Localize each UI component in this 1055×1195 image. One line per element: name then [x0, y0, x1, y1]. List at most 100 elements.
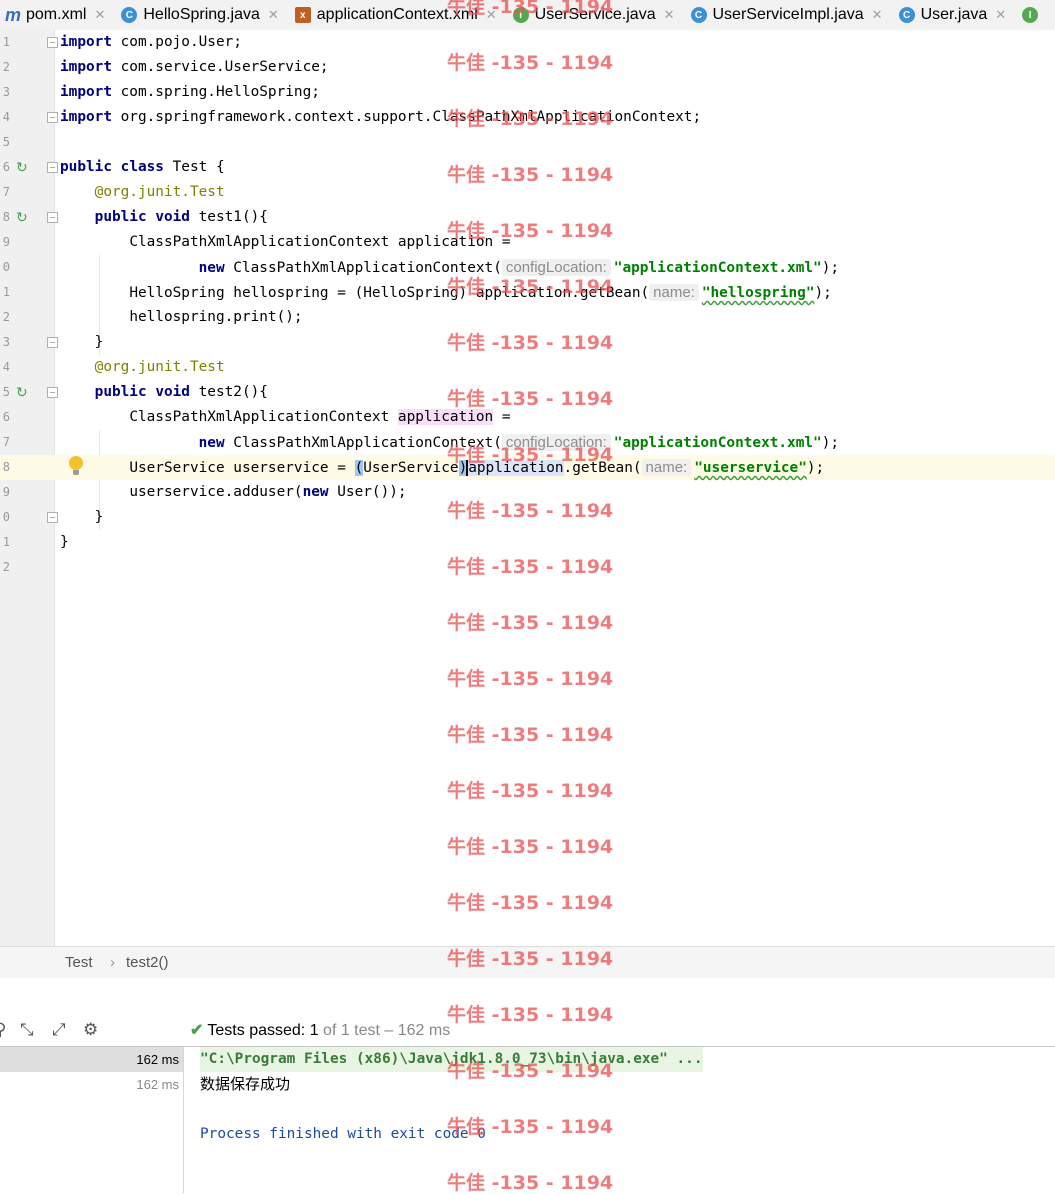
watermark: 牛佳 -135 - 1194	[447, 1060, 614, 1082]
collapse-all-icon[interactable]: ⤡	[20, 1020, 34, 1040]
string-literal: "hellospring"	[701, 285, 815, 301]
watermark: 牛佳 -135 - 1194	[447, 52, 614, 74]
code-line: 4 @org.junit.Test	[0, 355, 1055, 380]
annotation: Test	[189, 359, 225, 375]
string-literal: "applicationContext.xml"	[613, 260, 822, 276]
watermark: 牛佳 -135 - 1194	[447, 332, 614, 354]
test-duration: 162 ms	[136, 1052, 179, 1067]
breadcrumb-separator: ›	[110, 954, 115, 971]
keyword: public	[94, 209, 147, 225]
code-text: UserService userservice =	[129, 460, 355, 476]
watermark: 牛佳 -135 - 1194	[447, 108, 614, 130]
test-tree: 162 ms 162 ms	[0, 1047, 184, 1193]
console-output-line: 数据保存成功	[200, 1075, 291, 1093]
gear-icon[interactable]: ⚙	[83, 1020, 98, 1040]
tab-label: User.java	[920, 6, 988, 23]
watermark: 牛佳 -135 - 1194	[447, 1172, 614, 1194]
test-tree-row-selected[interactable]: 162 ms	[0, 1047, 183, 1072]
keyword: public	[60, 159, 112, 175]
watermark: 牛佳 -135 - 1194	[447, 780, 614, 802]
search-icon[interactable]: ⚲	[0, 1020, 6, 1040]
line-number: 8	[2, 460, 10, 474]
code-text: }	[94, 509, 104, 525]
run-test-icon[interactable]: ↻	[16, 210, 32, 226]
export-icon[interactable]: ⤢	[52, 1020, 66, 1040]
annotation: @org.junit.	[94, 184, 190, 200]
tab-userserviceimpl-java[interactable]: C UserServiceImpl.java ✕	[685, 0, 893, 30]
watermark: 牛佳 -135 - 1194	[447, 724, 614, 746]
close-icon[interactable]: ✕	[995, 7, 1006, 23]
code-text: com.service.UserService;	[111, 59, 329, 75]
code-text: test2(){	[189, 384, 268, 400]
close-icon[interactable]: ✕	[664, 7, 675, 23]
line-number: 0	[2, 510, 10, 524]
tab-overflow[interactable]: I	[1016, 0, 1054, 30]
line-number: 8	[2, 210, 10, 224]
keyword: void	[155, 384, 190, 400]
watermark: 牛佳 -135 - 1194	[447, 500, 614, 522]
fold-marker-icon[interactable]: −	[47, 162, 58, 173]
close-icon[interactable]: ✕	[872, 7, 883, 23]
tab-user-java[interactable]: C User.java ✕	[893, 0, 1017, 30]
java-class-icon: C	[690, 7, 707, 23]
line-number: 5	[2, 135, 10, 149]
code-text: );	[806, 460, 825, 476]
line-number: 7	[2, 435, 10, 449]
line-number: 6	[2, 410, 10, 424]
code-text: Test {	[163, 159, 225, 175]
code-text: com.pojo.User;	[111, 34, 242, 50]
code-text: =	[493, 409, 511, 425]
watermark: 牛佳 -135 - 1194	[447, 1116, 614, 1138]
line-number: 1	[2, 535, 10, 549]
line-number: 3	[2, 85, 10, 99]
line-number: 9	[2, 485, 10, 499]
code-text: ClassPathXmlApplicationContext	[129, 409, 398, 425]
java-class-icon: C	[121, 7, 138, 23]
code-text: User());	[328, 484, 407, 500]
watermark: 牛佳 -135 - 1194	[447, 0, 614, 18]
fold-marker-icon[interactable]: −	[47, 512, 58, 523]
run-test-icon[interactable]: ↻	[16, 385, 32, 401]
line-number: 4	[2, 110, 10, 124]
breadcrumb-method[interactable]: test2()	[126, 954, 169, 971]
tab-pom-xml[interactable]: m pom.xml ✕	[0, 0, 115, 30]
code-text: hellospring.print();	[129, 309, 303, 325]
fold-marker-icon[interactable]: −	[47, 37, 58, 48]
watermark: 牛佳 -135 - 1194	[447, 556, 614, 578]
tab-label: HelloSpring.java	[143, 6, 260, 23]
parameter-hint: name:	[641, 459, 692, 476]
line-number: 2	[2, 60, 10, 74]
close-icon[interactable]: ✕	[268, 7, 279, 23]
tab-label: UserServiceImpl.java	[712, 6, 864, 23]
code-text: );	[821, 260, 840, 276]
line-number: 2	[2, 560, 10, 574]
maven-file-icon: m	[5, 4, 22, 25]
string-literal: "userservice"	[694, 460, 807, 476]
run-test-icon[interactable]: ↻	[16, 160, 32, 176]
code-text: test1(){	[189, 209, 268, 225]
keyword: import	[60, 59, 112, 75]
fold-marker-icon[interactable]: −	[47, 337, 58, 348]
line-number: 1	[2, 35, 10, 49]
keyword: void	[155, 209, 190, 225]
watermark: 牛佳 -135 - 1194	[447, 276, 614, 298]
watermark: 牛佳 -135 - 1194	[447, 1004, 614, 1026]
line-number: 9	[2, 235, 10, 249]
code-text: }	[60, 534, 69, 550]
code-text: UserService	[363, 460, 459, 476]
close-icon[interactable]: ✕	[94, 7, 105, 23]
fold-marker-icon[interactable]: −	[47, 112, 58, 123]
watermark: 牛佳 -135 - 1194	[447, 948, 614, 970]
test-tree-row[interactable]: 162 ms	[0, 1072, 183, 1097]
fold-marker-icon[interactable]: −	[47, 387, 58, 398]
line-number: 0	[2, 260, 10, 274]
xml-file-icon: x	[294, 7, 311, 23]
breadcrumb-class[interactable]: Test	[65, 954, 93, 971]
fold-marker-icon[interactable]: −	[47, 212, 58, 223]
test-duration: 162 ms	[136, 1077, 179, 1092]
keyword: new	[198, 435, 225, 451]
tab-hellospring-java[interactable]: C HelloSpring.java ✕	[115, 0, 288, 30]
watermark: 牛佳 -135 - 1194	[447, 388, 614, 410]
annotation: Test	[189, 184, 225, 200]
parameter-hint: name:	[649, 284, 699, 301]
